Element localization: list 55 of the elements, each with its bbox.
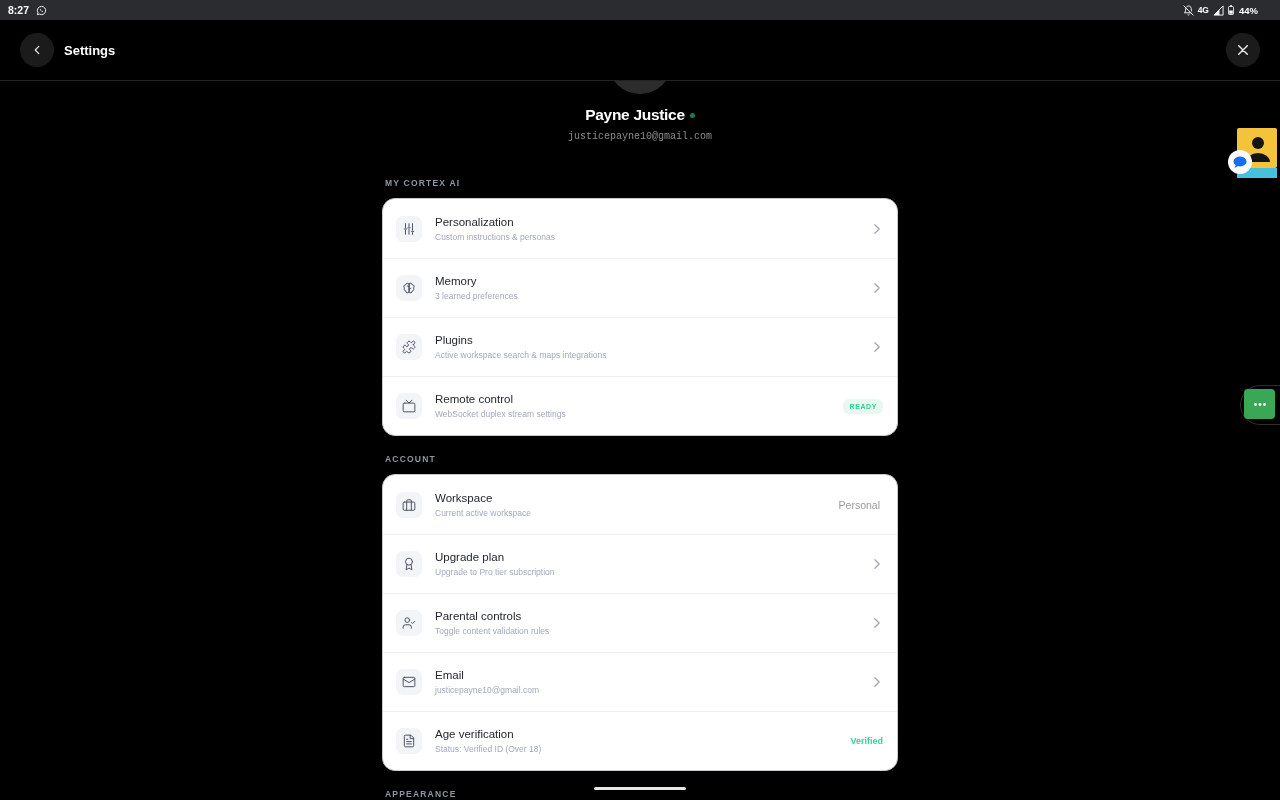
profile-name: Payne Justice	[585, 106, 685, 124]
status-time: 8:27	[8, 4, 29, 16]
row-subtitle: Current active workspace	[435, 506, 531, 519]
more-button[interactable]	[1244, 389, 1275, 419]
close-icon	[1238, 45, 1248, 55]
more-dots-icon	[1253, 402, 1266, 406]
chevron-right-icon[interactable]	[874, 342, 880, 352]
close-button[interactable]	[1226, 33, 1260, 67]
battery-icon	[1228, 5, 1234, 15]
back-button[interactable]	[20, 33, 54, 67]
row-title[interactable]: Email	[435, 668, 464, 682]
briefcase-icon	[396, 491, 422, 518]
mail-icon	[396, 669, 422, 695]
status-text: Verified	[850, 736, 883, 746]
row-title[interactable]: Plugins	[435, 333, 473, 347]
chevron-right-icon[interactable]	[874, 283, 880, 293]
profile-email: justicepayne10@gmail.com	[568, 130, 712, 144]
row-title[interactable]: Memory	[435, 274, 477, 288]
network-type: 4G	[1197, 5, 1209, 15]
row-subtitle: Upgrade to Pro tier subscription	[435, 566, 555, 578]
row-subtitle: Status: Verified ID (Over 18)	[435, 743, 542, 755]
chevron-right-icon[interactable]	[874, 618, 880, 628]
section-heading: MY CORTEX AI	[384, 178, 462, 189]
document-icon	[396, 728, 422, 754]
battery-percent: 44%	[1239, 4, 1258, 16]
row-title[interactable]: Parental controls	[435, 609, 522, 623]
row-title[interactable]: Personalization	[435, 214, 514, 229]
user-check-icon	[396, 610, 422, 636]
row-title[interactable]: Upgrade plan	[435, 550, 505, 564]
row-subtitle: justicepayne10@gmail.com	[435, 684, 540, 696]
tv-icon	[396, 393, 422, 419]
signal-icon	[1213, 4, 1224, 16]
row-value: Personal	[838, 498, 880, 511]
phone-bubble-icon	[36, 4, 47, 16]
sliders-icon	[396, 215, 422, 242]
row-title[interactable]: Age verification	[435, 727, 514, 741]
chat-bubble-icon[interactable]	[1228, 150, 1252, 174]
puzzle-icon	[396, 334, 422, 360]
row-title[interactable]: Workspace	[435, 490, 493, 505]
chevron-left-icon	[34, 45, 40, 55]
section-heading: ACCOUNT	[384, 454, 437, 465]
row-subtitle: Custom instructions & personas	[435, 230, 555, 243]
section-heading: APPEARANCE	[384, 789, 458, 800]
brain-icon	[396, 275, 422, 301]
row-subtitle: WebSocket duplex stream settings	[435, 408, 566, 420]
page-title: Settings	[64, 42, 116, 58]
row-title[interactable]: Remote control	[435, 392, 513, 406]
chevron-right-icon[interactable]	[874, 223, 880, 234]
row-subtitle: Toggle content validation rules	[435, 625, 550, 637]
row-subtitle: 3 learned preferences	[435, 290, 518, 302]
bell-off-icon	[1182, 4, 1194, 16]
chevron-right-icon[interactable]	[874, 559, 880, 569]
award-icon	[396, 551, 422, 577]
row-subtitle: Active workspace search & maps integrations	[435, 349, 607, 361]
chevron-right-icon[interactable]	[874, 677, 880, 687]
